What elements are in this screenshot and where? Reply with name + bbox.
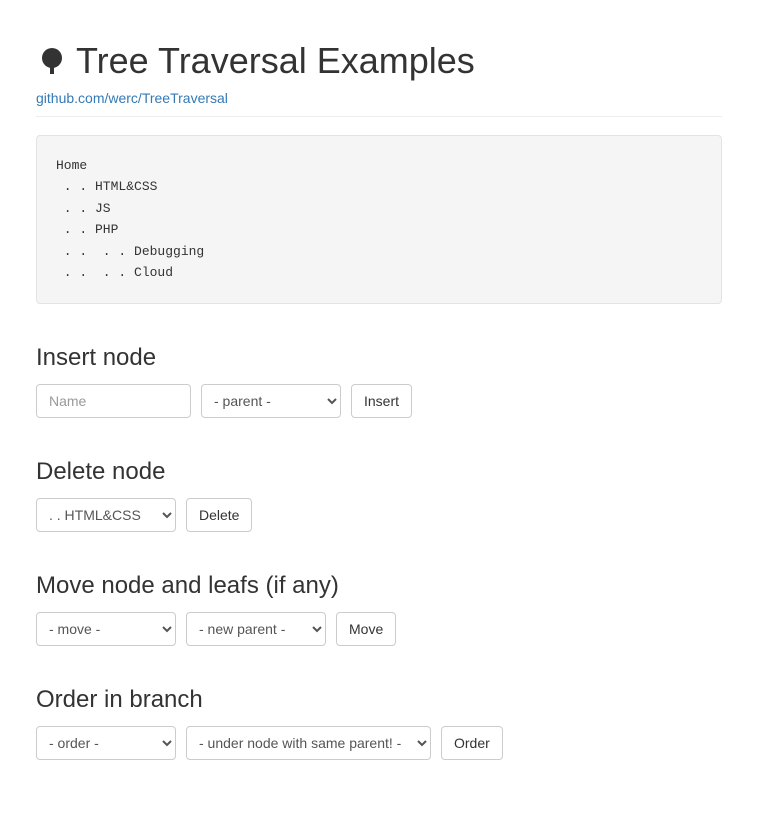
page-title-text: Tree Traversal Examples (76, 40, 475, 82)
insert-name-input[interactable] (36, 384, 191, 418)
tree-panel: Home . . HTML&CSS . . JS . . PHP . . . .… (36, 135, 722, 304)
page-title: Tree Traversal Examples (36, 40, 722, 82)
delete-button[interactable]: Delete (186, 498, 252, 532)
move-heading: Move node and leafs (if any) (36, 572, 722, 600)
insert-button[interactable]: Insert (351, 384, 412, 418)
insert-section: Insert node - parent - Insert (36, 344, 722, 418)
order-section: Order in branch - order - - under node w… (36, 686, 722, 760)
delete-select[interactable]: . . HTML&CSS (36, 498, 176, 532)
tree-list: Home . . HTML&CSS . . JS . . PHP . . . .… (56, 155, 702, 284)
order-button[interactable]: Order (441, 726, 503, 760)
delete-heading: Delete node (36, 458, 722, 486)
order-heading: Order in branch (36, 686, 722, 714)
repo-link[interactable]: github.com/werc/TreeTraversal (36, 90, 722, 106)
insert-heading: Insert node (36, 344, 722, 372)
move-button[interactable]: Move (336, 612, 396, 646)
move-node-select[interactable]: - move - (36, 612, 176, 646)
divider (36, 116, 722, 117)
move-section: Move node and leafs (if any) - move - - … (36, 572, 722, 646)
delete-section: Delete node . . HTML&CSS Delete (36, 458, 722, 532)
tree-icon (36, 45, 68, 77)
move-newparent-select[interactable]: - new parent - (186, 612, 326, 646)
order-under-select[interactable]: - under node with same parent! - (186, 726, 431, 760)
insert-parent-select[interactable]: - parent - (201, 384, 341, 418)
order-select[interactable]: - order - (36, 726, 176, 760)
